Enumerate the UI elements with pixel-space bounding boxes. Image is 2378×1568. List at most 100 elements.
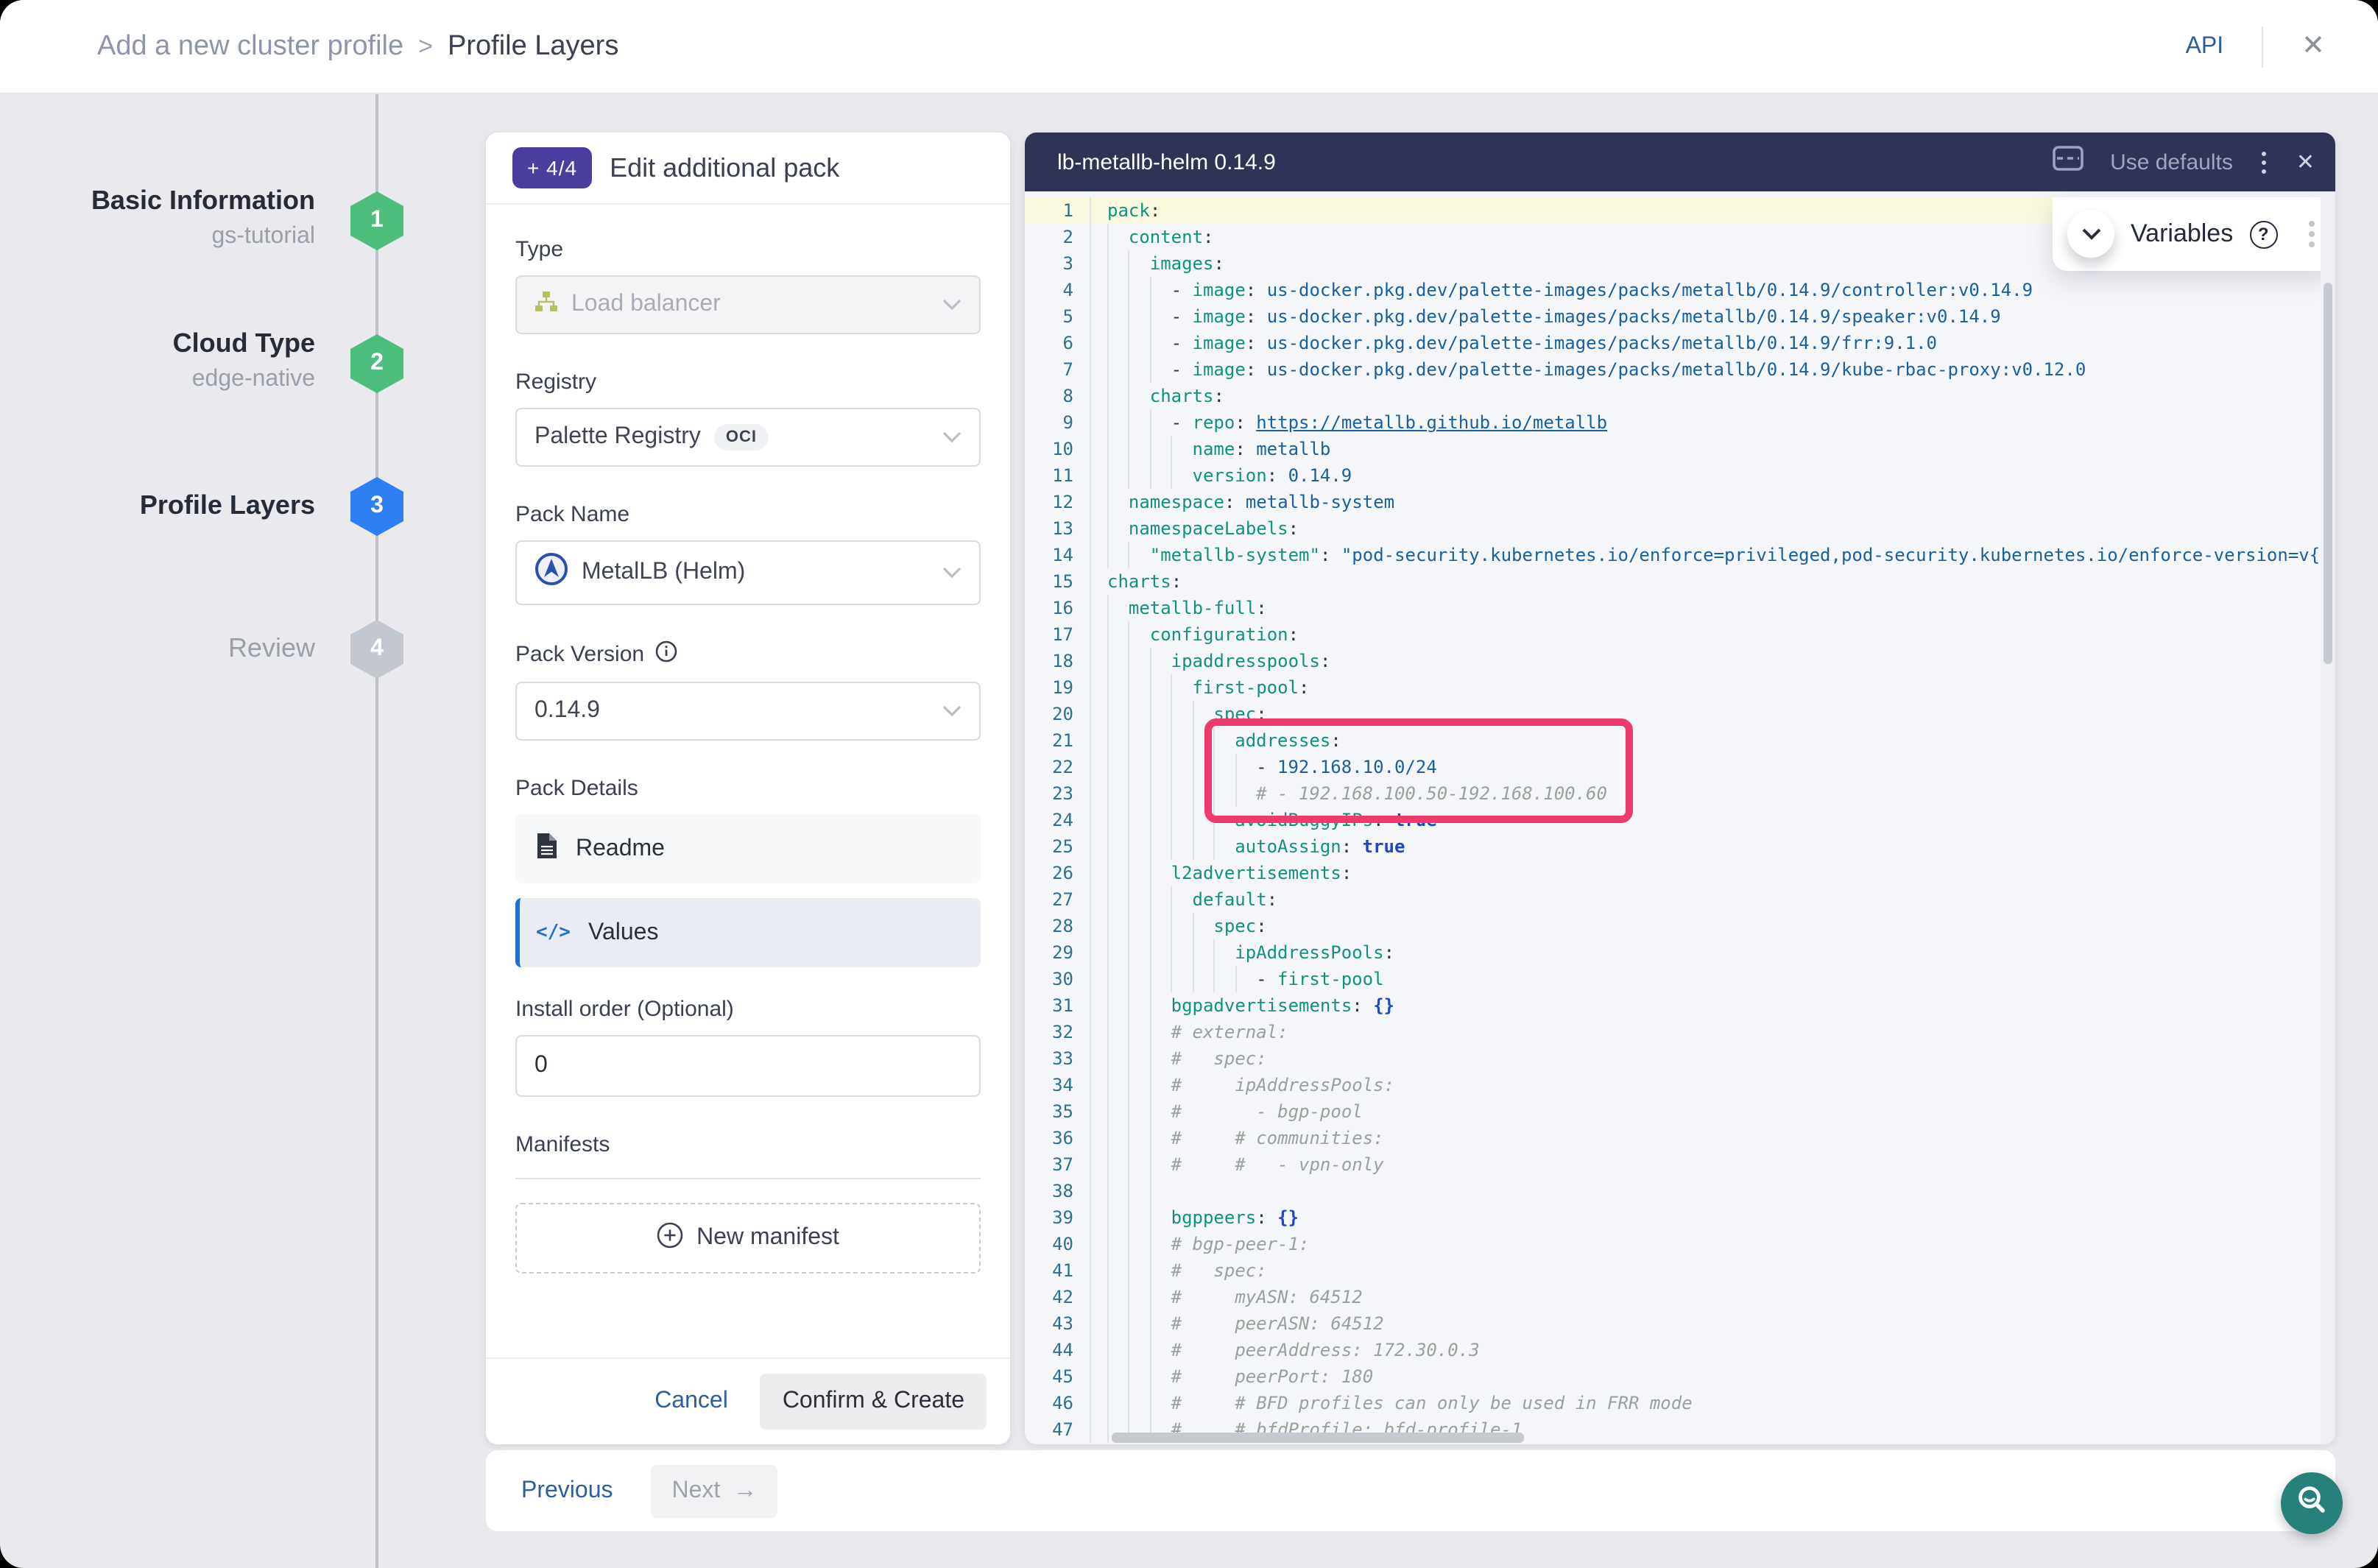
arrow-right-icon: → — [733, 1477, 757, 1504]
plus-circle-icon — [657, 1221, 683, 1255]
edit-pack-footer: Cancel Confirm & Create — [486, 1357, 1010, 1444]
code-line: 44# peerAddress: 172.30.0.3 — [1025, 1337, 2335, 1363]
code-line: 24avoidBuggyIPs: true — [1025, 807, 2335, 833]
code-line: 8charts: — [1025, 383, 2335, 409]
previous-button[interactable]: Previous — [521, 1477, 613, 1504]
chevron-down-icon — [942, 698, 962, 724]
edit-pack-panel: + 4/4 Edit additional pack Type Load bal… — [486, 133, 1010, 1444]
code-line: 7- image: us-docker.pkg.dev/palette-imag… — [1025, 356, 2335, 383]
line-number: 28 — [1025, 913, 1090, 939]
line-number: 13 — [1025, 515, 1090, 542]
line-number: 14 — [1025, 542, 1090, 568]
viewport: Add a new cluster profile > Profile Laye… — [0, 0, 2378, 1568]
variables-menu-icon[interactable] — [2306, 218, 2318, 250]
line-number: 38 — [1025, 1178, 1090, 1204]
line-number: 9 — [1025, 409, 1090, 436]
install-order-input[interactable]: 0 — [515, 1035, 981, 1097]
chevron-down-icon — [942, 292, 962, 318]
line-number: 36 — [1025, 1125, 1090, 1151]
pack-version-label: Pack Version — [515, 640, 981, 668]
line-number: 26 — [1025, 860, 1090, 886]
readme-tab[interactable]: Readme — [515, 814, 981, 883]
chevron-down-icon — [942, 559, 962, 586]
document-icon — [536, 831, 558, 866]
code-line: 12namespace: metallb-system — [1025, 489, 2335, 515]
type-value: Load balancer — [571, 292, 721, 318]
pack-name-label: Pack Name — [515, 502, 981, 527]
step-subtitle: edge-native — [173, 367, 315, 393]
pack-name-select[interactable]: MetalLB (Helm) — [515, 540, 981, 605]
code-line: 29ipAddressPools: — [1025, 939, 2335, 966]
step-title: Review — [228, 633, 315, 664]
registry-select[interactable]: Palette Registry OCI — [515, 408, 981, 467]
line-number: 20 — [1025, 701, 1090, 727]
stepper-connector-line — [375, 94, 378, 1568]
line-number: 17 — [1025, 621, 1090, 648]
code-line: 10name: metallb — [1025, 436, 2335, 462]
chevron-down-icon — [942, 424, 962, 451]
line-number: 35 — [1025, 1098, 1090, 1125]
line-number: 2 — [1025, 224, 1090, 250]
step-title: Basic Information — [91, 186, 315, 216]
manifests-label: Manifests — [515, 1132, 981, 1157]
info-icon[interactable] — [655, 640, 677, 668]
step-label-profile-layers[interactable]: Profile Layers — [140, 490, 315, 521]
line-number: 15 — [1025, 568, 1090, 595]
type-select[interactable]: Load balancer — [515, 275, 981, 334]
search-fab-button[interactable] — [2281, 1472, 2343, 1534]
code-line: 26l2advertisements: — [1025, 860, 2335, 886]
vertical-scrollbar-thumb[interactable] — [2324, 283, 2332, 664]
new-manifest-button[interactable]: New manifest — [515, 1203, 981, 1274]
pack-version-select[interactable]: 0.14.9 — [515, 682, 981, 741]
code-line: 35# - bgp-pool — [1025, 1098, 2335, 1125]
horizontal-scrollbar-thumb[interactable] — [1112, 1433, 1524, 1443]
code-line: 20spec: — [1025, 701, 2335, 727]
help-icon[interactable]: ? — [2249, 220, 2277, 248]
line-number: 8 — [1025, 383, 1090, 409]
line-number: 16 — [1025, 595, 1090, 621]
line-number: 44 — [1025, 1337, 1090, 1363]
step-hexagon-4[interactable]: 4 — [350, 620, 403, 679]
code-line: 33# spec: — [1025, 1045, 2335, 1072]
line-number: 42 — [1025, 1284, 1090, 1310]
code-line: 38 — [1025, 1178, 2335, 1204]
step-hexagon-3[interactable]: 3 — [350, 477, 403, 536]
oci-badge: OCI — [714, 424, 769, 451]
line-number: 33 — [1025, 1045, 1090, 1072]
line-number: 23 — [1025, 780, 1090, 807]
editor-close-icon[interactable]: ✕ — [2296, 149, 2315, 175]
line-number: 39 — [1025, 1204, 1090, 1231]
line-number: 10 — [1025, 436, 1090, 462]
manifests-group: Manifests New manifest — [515, 1132, 981, 1274]
confirm-create-button[interactable]: Confirm & Create — [761, 1374, 987, 1430]
next-button[interactable]: Next → — [652, 1464, 778, 1517]
code-line: 9- repo: https://metallb.github.io/metal… — [1025, 409, 2335, 436]
api-link[interactable]: API — [2186, 33, 2224, 60]
step-label-basic-information[interactable]: Basic Informationgs-tutorial — [91, 186, 315, 250]
line-number: 18 — [1025, 648, 1090, 674]
line-number: 5 — [1025, 303, 1090, 330]
variables-collapse-icon[interactable] — [2067, 211, 2114, 258]
wizard-stepper: Basic Informationgs-tutorial 1 Cloud Typee… — [0, 94, 486, 1568]
use-defaults-button[interactable]: Use defaults — [2110, 149, 2233, 174]
step-label-cloud-type[interactable]: Cloud Typeedge-native — [173, 328, 315, 393]
editor-menu-icon[interactable] — [2259, 148, 2270, 176]
step-label-review[interactable]: Review — [228, 633, 315, 664]
code-line: 6- image: us-docker.pkg.dev/palette-imag… — [1025, 330, 2335, 356]
code-line: 30- first-pool — [1025, 966, 2335, 992]
code-line: 4- image: us-docker.pkg.dev/palette-imag… — [1025, 277, 2335, 303]
line-number: 22 — [1025, 754, 1090, 780]
registry-label: Registry — [515, 370, 981, 395]
split-view-icon[interactable] — [2053, 146, 2084, 178]
step-hexagon-1[interactable]: 1 — [350, 191, 403, 250]
line-number: 34 — [1025, 1072, 1090, 1098]
cancel-button[interactable]: Cancel — [655, 1388, 728, 1415]
line-number: 11 — [1025, 462, 1090, 489]
code-line: 15charts: — [1025, 568, 2335, 595]
pack-name-field-group: Pack Name MetalLB (Helm) — [515, 502, 981, 605]
breadcrumb-parent[interactable]: Add a new cluster profile — [97, 30, 403, 63]
values-tab[interactable]: </> Values — [515, 898, 981, 967]
step-hexagon-2[interactable]: 2 — [350, 334, 403, 393]
close-icon[interactable]: ✕ — [2301, 32, 2325, 60]
code-area[interactable]: 1pack:2content:3images:4- image: us-dock… — [1025, 191, 2335, 1444]
